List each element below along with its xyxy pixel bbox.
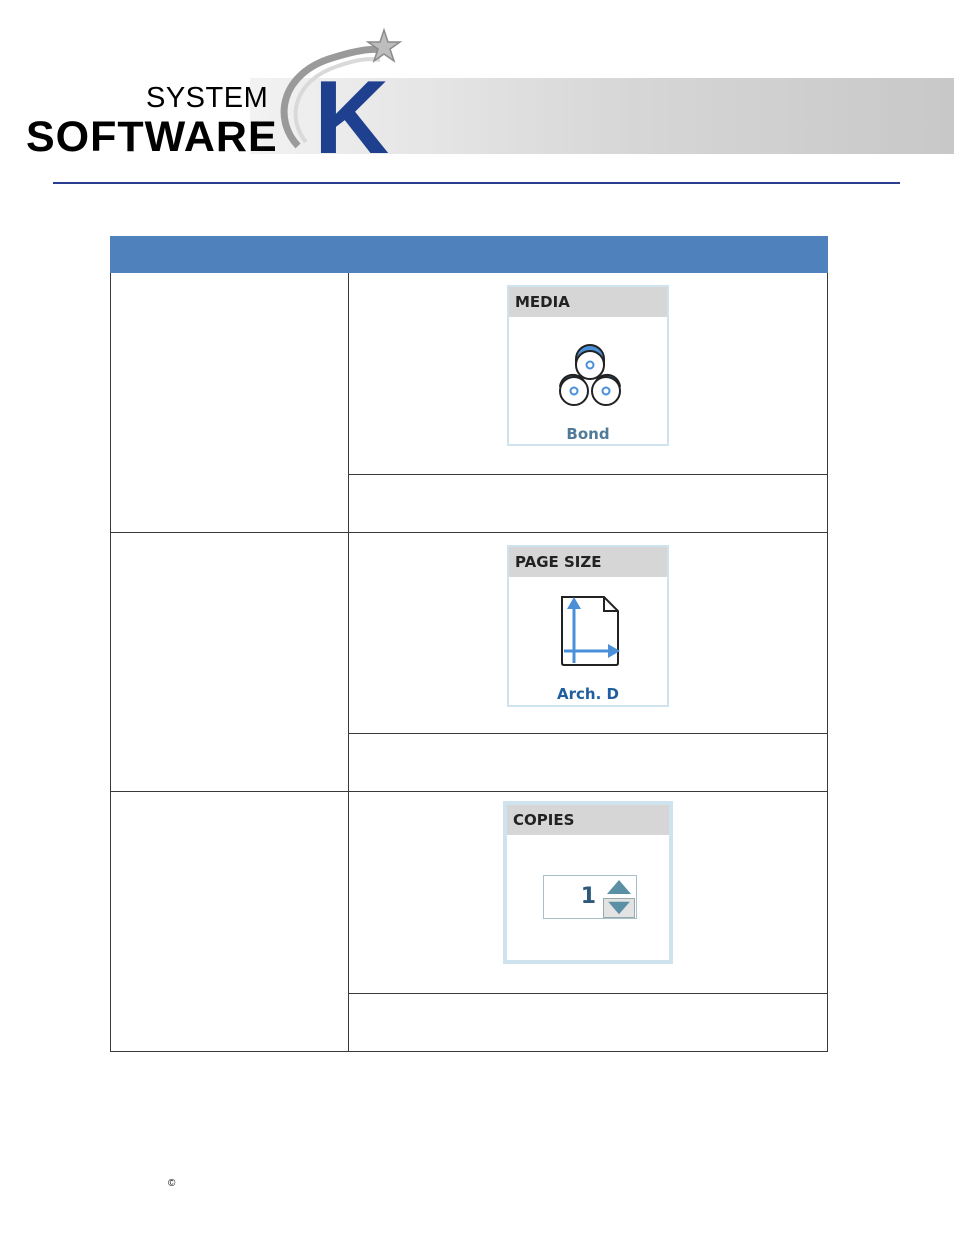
row-image-cell: COPIES 1 [348, 791, 828, 994]
row-label-cell [110, 272, 349, 533]
logo-software-text: SOFTWARE [26, 113, 278, 161]
chevron-down-icon[interactable] [603, 898, 635, 918]
copies-panel-title: COPIES [507, 805, 669, 835]
row-label-cell [110, 791, 349, 1052]
page-size-icon [561, 596, 620, 666]
row-note-cell [348, 474, 828, 533]
copyright-symbol: © [168, 1178, 176, 1189]
row-image-cell: MEDIA Bond [348, 272, 828, 475]
table-row: MEDIA Bond [110, 272, 828, 533]
table-row: PAGE SIZE Arch. D [110, 532, 828, 792]
table-header-left [110, 236, 349, 273]
media-panel[interactable]: MEDIA Bond [507, 285, 669, 446]
media-panel-value: Bond [566, 425, 610, 443]
chevron-up-icon[interactable] [603, 877, 635, 897]
media-rolls-icon [559, 344, 621, 406]
table-header-row [110, 236, 828, 273]
logo-k-mark-icon: K [280, 28, 403, 156]
copies-panel: COPIES 1 [503, 801, 673, 964]
copies-stepper[interactable]: 1 [543, 875, 637, 919]
table-header-right [348, 236, 828, 273]
table-row: COPIES 1 [110, 791, 828, 1052]
copies-value[interactable]: 1 [581, 884, 596, 909]
row-note-cell [348, 993, 828, 1052]
row-label-cell [110, 532, 349, 792]
header-divider [53, 182, 900, 184]
page-size-panel-value: Arch. D [557, 685, 619, 703]
row-note-cell [348, 733, 828, 792]
row-image-cell: PAGE SIZE Arch. D [348, 532, 828, 734]
page-size-panel-title: PAGE SIZE [509, 547, 667, 577]
settings-table: MEDIA Bond PAGE SIZE Arch. D COPIES 1 [110, 236, 828, 1052]
logo-k-letter: K [314, 60, 389, 156]
page-size-panel[interactable]: PAGE SIZE Arch. D [507, 545, 669, 707]
media-panel-title: MEDIA [509, 287, 667, 317]
logo-system-text: SYSTEM [146, 82, 269, 114]
